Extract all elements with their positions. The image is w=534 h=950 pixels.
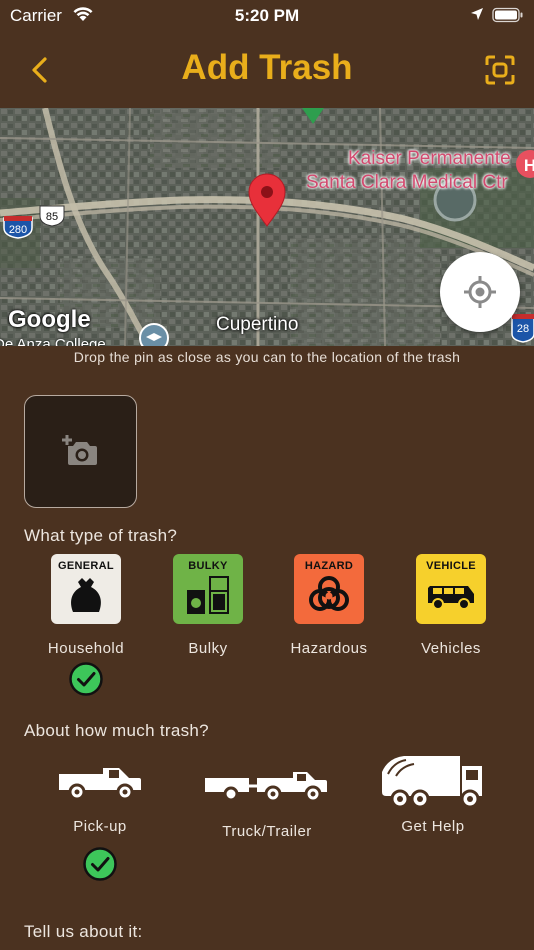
location-arrow-icon (470, 7, 484, 26)
scan-frame-icon (485, 55, 515, 85)
trash-type-hazardous[interactable]: HAZARD Hazardous (269, 554, 389, 657)
crosshair-icon (464, 276, 496, 308)
trash-bag-icon (71, 578, 101, 612)
battery-icon (492, 7, 524, 28)
details-heading: Tell us about it: (24, 922, 143, 941)
hazard-badge: HAZARD (294, 554, 364, 624)
map-hint: Drop the pin as close as you can to the … (73, 349, 461, 365)
status-time: 5:20 PM (234, 6, 300, 25)
nav-bar: Add Trash (0, 36, 534, 102)
appliances-icon (187, 576, 229, 614)
trash-type-vehicles[interactable]: VEHICLE Vehicles (391, 554, 511, 657)
svg-text:28: 28 (517, 323, 529, 335)
vehicle-badge: VEHICLE (416, 554, 486, 624)
svg-text:280: 280 (9, 224, 27, 236)
amount-truck-trailer[interactable]: Truck/Trailer (192, 750, 342, 840)
trash-type-household[interactable]: GENERAL Household (26, 554, 146, 657)
map-poi-label: Kaiser Permanente (348, 148, 511, 169)
pickup-truck-icon (59, 768, 141, 801)
college-marker-icon (139, 323, 169, 346)
amount-heading: About how much trash? (24, 721, 209, 740)
svg-text:H: H (524, 156, 534, 175)
household-selected-check-icon (69, 662, 103, 696)
van-icon (428, 586, 474, 610)
add-photo-icon (62, 435, 97, 465)
garbage-truck-icon (382, 756, 482, 809)
locate-me-button[interactable] (440, 252, 520, 332)
add-photo-button[interactable] (24, 395, 137, 508)
map-poi-label: Santa Clara Medical Ctr (306, 172, 508, 193)
map-college-label: De Anza College (0, 336, 106, 346)
google-logo: Google (8, 306, 91, 333)
map-view[interactable]: 280 85 28 H Kaiser Permanente Santa Clar… (0, 108, 534, 346)
svg-text:85: 85 (46, 211, 58, 223)
scan-button[interactable] (482, 52, 518, 88)
biohazard-icon (309, 576, 349, 611)
status-bar: Carrier 5:20 PM (0, 0, 534, 32)
amount-pickup[interactable]: Pick-up (40, 750, 160, 835)
page-title: Add Trash (181, 48, 353, 87)
pickup-selected-check-icon (83, 847, 117, 881)
bulky-badge: BULKY (173, 554, 243, 624)
map-city-label: Cupertino (216, 314, 299, 335)
amount-get-help[interactable]: Get Help (370, 750, 496, 835)
general-badge: GENERAL (51, 554, 121, 624)
trash-type-heading: What type of trash? (24, 526, 178, 545)
truck-trailer-icon (205, 772, 327, 803)
trash-type-bulky[interactable]: BULKY Bulky (148, 554, 268, 657)
